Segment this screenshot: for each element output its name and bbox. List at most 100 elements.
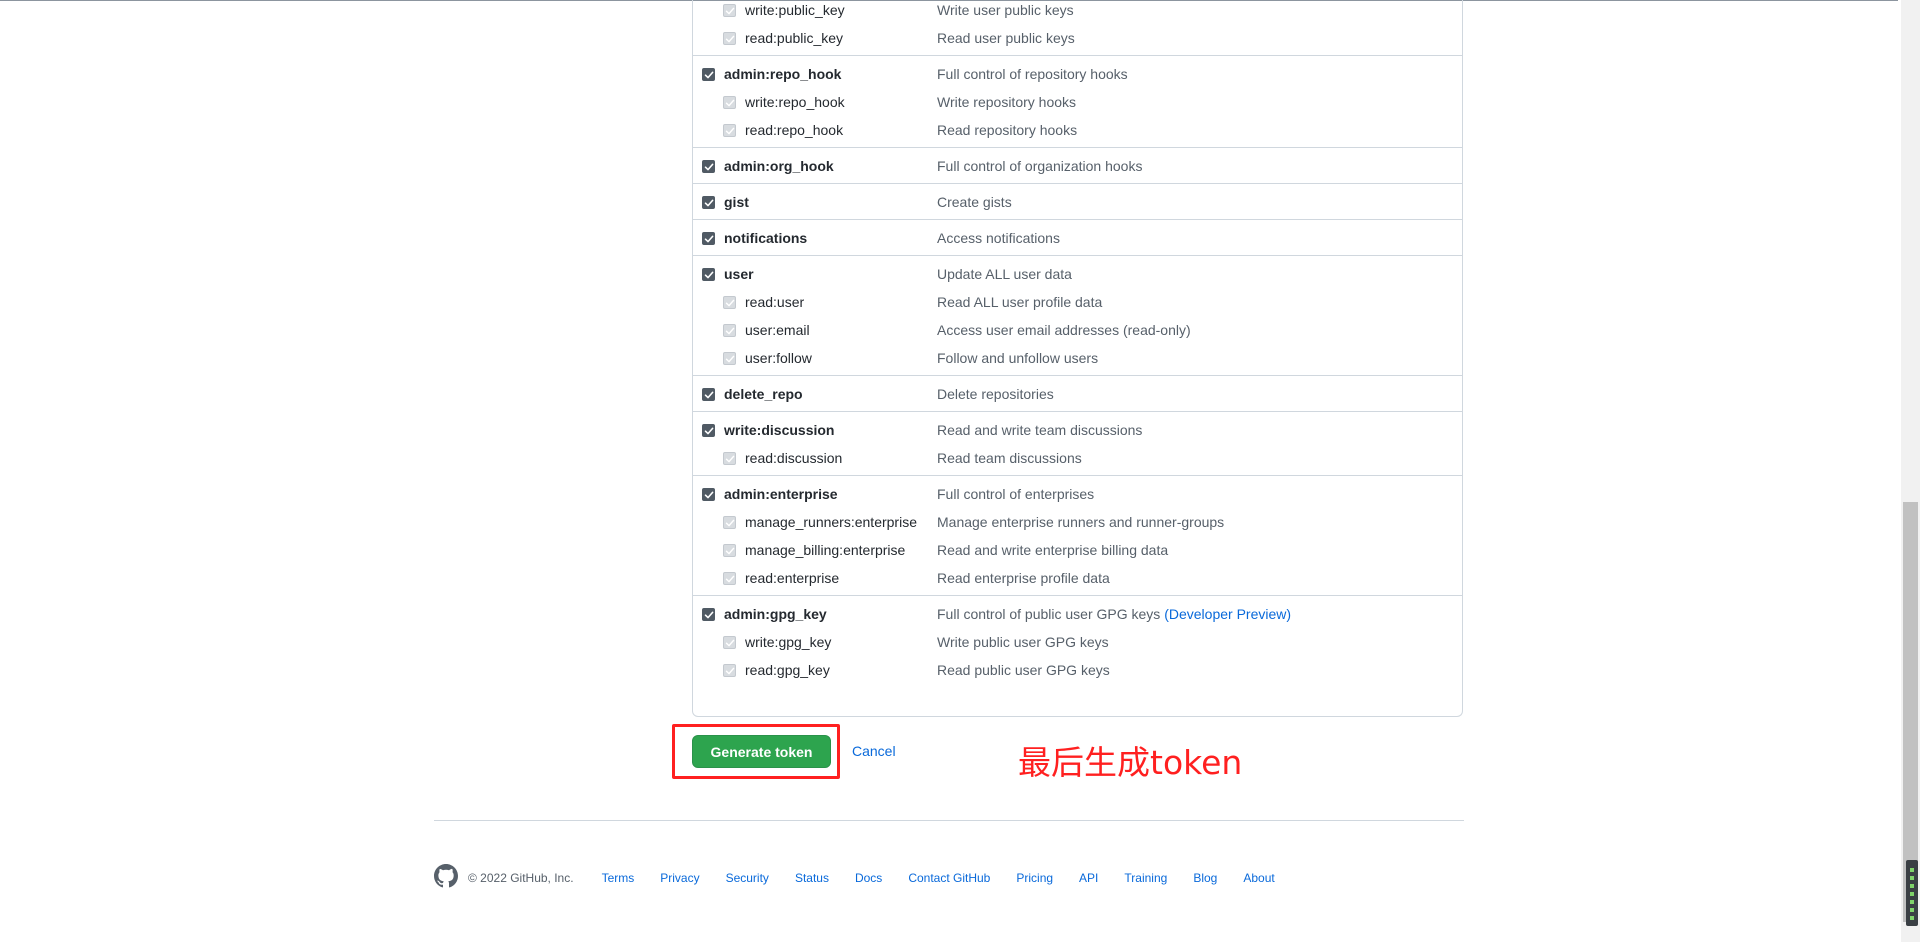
scope-checkbox[interactable] <box>702 424 715 437</box>
scope-name: manage_billing:enterprise <box>745 542 906 558</box>
scope-checkbox[interactable] <box>723 516 736 529</box>
scope-description: Full control of public user GPG keys (De… <box>937 606 1291 622</box>
scope-name: gist <box>724 194 749 210</box>
scope-name: user:follow <box>745 350 812 366</box>
scope-description-text: Read public user GPG keys <box>937 662 1110 678</box>
scope-group: write:discussion Read and write team disc… <box>693 412 1462 476</box>
scope-name: write:repo_hook <box>745 94 845 110</box>
scope-checkbox[interactable] <box>723 664 736 677</box>
footer-link-pricing[interactable]: Pricing <box>1016 871 1053 885</box>
generate-token-button[interactable]: Generate token <box>692 735 831 768</box>
scope-group: write:public_key Write user public keys re… <box>693 0 1462 56</box>
footer-link-blog[interactable]: Blog <box>1193 871 1217 885</box>
scope-description: Read team discussions <box>937 450 1082 466</box>
scope-description: Access notifications <box>937 230 1060 246</box>
scope-description: Full control of repository hooks <box>937 66 1128 82</box>
scope-description-text: Read user public keys <box>937 30 1075 46</box>
scope-row: write:public_key Write user public keys <box>693 0 1462 24</box>
scope-row: admin:repo_hook Full control of repositor… <box>693 60 1462 88</box>
footer-link-about[interactable]: About <box>1243 871 1274 885</box>
scope-checkbox[interactable] <box>702 160 715 173</box>
scope-description: Read and write enterprise billing data <box>937 542 1168 558</box>
scope-row: read:discussion Read team discussions <box>693 444 1462 472</box>
scope-checkbox[interactable] <box>723 452 736 465</box>
scope-name: read:enterprise <box>745 570 840 586</box>
scope-description-text: Update ALL user data <box>937 266 1072 282</box>
scope-description-text: Read team discussions <box>937 450 1082 466</box>
scope-name: write:discussion <box>724 422 835 438</box>
scope-group: user Update ALL user data read:user Read AL… <box>693 256 1462 376</box>
scope-group: notifications Access notifications <box>693 220 1462 256</box>
scope-description-text: Write repository hooks <box>937 94 1077 110</box>
scope-description-text: Read repository hooks <box>937 122 1078 138</box>
scopes-list: write:public_key Write user public keys re… <box>692 0 1463 717</box>
scope-description-text: Read ALL user profile data <box>937 294 1103 310</box>
scope-name: admin:gpg_key <box>724 606 827 622</box>
footer-link-security[interactable]: Security <box>726 871 769 885</box>
scope-row: admin:enterprise Full control of enterpri… <box>693 480 1462 508</box>
scope-checkbox[interactable] <box>723 32 736 45</box>
annotation-text: 最后生成token <box>1018 743 1243 782</box>
scope-name: delete_repo <box>724 386 803 402</box>
scope-description: Write user public keys <box>937 2 1074 18</box>
scope-name: user:email <box>745 322 810 338</box>
scope-checkbox[interactable] <box>723 296 736 309</box>
scope-description: Write repository hooks <box>937 94 1076 110</box>
scope-description: Read repository hooks <box>937 122 1077 138</box>
scope-checkbox[interactable] <box>723 324 736 337</box>
scrollbar-thumb[interactable] <box>1903 502 1918 922</box>
scope-row: manage_runners:enterprise Manage enterpri… <box>693 508 1462 536</box>
scope-name: read:repo_hook <box>745 122 844 138</box>
scope-checkbox[interactable] <box>702 268 715 281</box>
scope-group: admin:gpg_key Full control of public user… <box>693 596 1462 687</box>
scope-description-text: Manage enterprise runners and runner-gro… <box>937 514 1225 530</box>
scope-checkbox[interactable] <box>723 572 736 585</box>
developer-preview-link[interactable]: (Developer Preview) <box>1164 606 1291 622</box>
scope-checkbox[interactable] <box>702 232 715 245</box>
scope-group: delete_repo Delete repositories <box>693 376 1462 412</box>
cancel-link[interactable]: Cancel <box>852 743 896 759</box>
scope-description: Read ALL user profile data <box>937 294 1102 310</box>
scope-checkbox[interactable] <box>723 352 736 365</box>
scope-description-text: Write public user GPG keys <box>937 634 1109 650</box>
scope-checkbox[interactable] <box>723 96 736 109</box>
scope-row: admin:gpg_key Full control of public user… <box>693 600 1462 628</box>
footer-link-contact-github[interactable]: Contact GitHub <box>908 871 990 885</box>
scope-name: user <box>724 266 754 282</box>
footer-copyright: © 2022 GitHub, Inc. <box>468 870 574 885</box>
scope-description-text: Read enterprise profile data <box>937 570 1110 586</box>
scope-description-text: Access user email addresses (read-only) <box>937 322 1191 338</box>
scope-name: admin:enterprise <box>724 486 838 502</box>
footer-link-docs[interactable]: Docs <box>855 871 882 885</box>
scope-checkbox[interactable] <box>723 636 736 649</box>
scope-checkbox[interactable] <box>723 544 736 557</box>
scope-row: admin:org_hook Full control of organizati… <box>693 152 1462 180</box>
scope-checkbox[interactable] <box>702 196 715 209</box>
scope-checkbox[interactable] <box>702 488 715 501</box>
scope-description-text: Full control of public user GPG keys <box>937 606 1161 622</box>
footer: © 2022 GitHub, Inc. Terms Privacy Security… <box>434 864 1301 891</box>
scope-name: read:discussion <box>745 450 843 466</box>
scope-checkbox[interactable] <box>702 68 715 81</box>
footer-link-terms[interactable]: Terms <box>602 871 635 885</box>
footer-link-status[interactable]: Status <box>795 871 829 885</box>
scope-description: Full control of organization hooks <box>937 158 1142 174</box>
scope-description-text: Follow and unfollow users <box>937 350 1099 366</box>
scope-checkbox[interactable] <box>723 4 736 17</box>
scope-description: Read user public keys <box>937 30 1075 46</box>
scope-checkbox[interactable] <box>702 388 715 401</box>
footer-link-privacy[interactable]: Privacy <box>660 871 699 885</box>
scope-row: read:gpg_key Read public user GPG keys <box>693 656 1462 684</box>
scope-group: admin:org_hook Full control of organizati… <box>693 148 1462 184</box>
footer-link-training[interactable]: Training <box>1124 871 1167 885</box>
scope-name: admin:org_hook <box>724 158 834 174</box>
scope-row: read:user Read ALL user profile data <box>693 288 1462 316</box>
github-logo-icon[interactable] <box>434 864 468 891</box>
scope-row: delete_repo Delete repositories <box>693 380 1462 408</box>
side-widget-icon[interactable] <box>1906 860 1918 926</box>
scope-row: write:gpg_key Write public user GPG keys <box>693 628 1462 656</box>
scope-checkbox[interactable] <box>723 124 736 137</box>
scope-checkbox[interactable] <box>702 608 715 621</box>
footer-link-api[interactable]: API <box>1079 871 1098 885</box>
scope-description-text: Write user public keys <box>937 2 1074 18</box>
